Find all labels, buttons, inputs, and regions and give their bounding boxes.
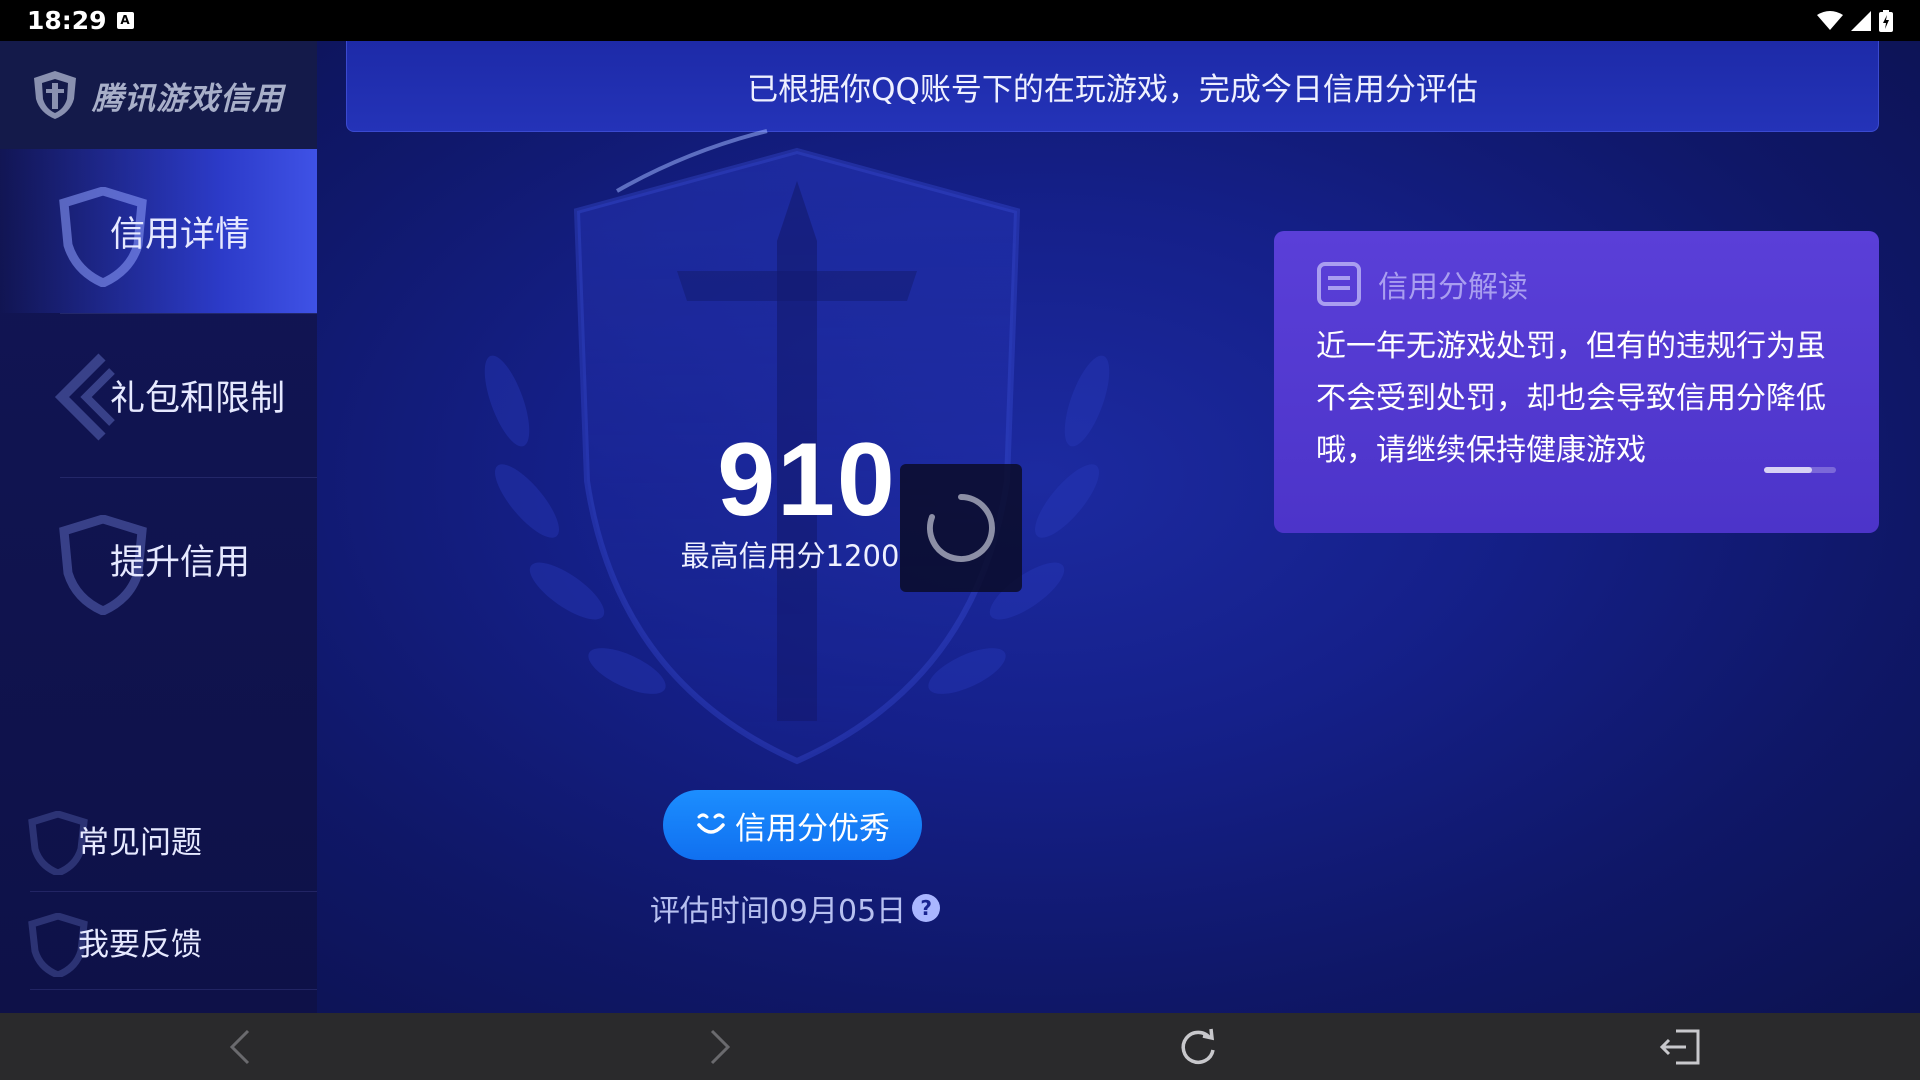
chevron-left-icon	[229, 1029, 250, 1065]
exit-button[interactable]	[1658, 1027, 1702, 1067]
app-root: 18:29 A 腾讯游戏信用 信用详情 礼包和限制 提升信用 常见问题 我要反馈…	[0, 0, 1920, 1080]
refresh-icon	[1181, 1028, 1215, 1065]
status-bar: 18:29 A	[0, 0, 1920, 41]
scroll-thumb	[1764, 467, 1812, 473]
sidebar-item-label: 信用详情	[110, 214, 251, 255]
credit-level-label: 信用分优秀	[735, 810, 890, 847]
chevron-right-icon	[710, 1029, 731, 1065]
spinner-icon	[927, 494, 995, 562]
wifi-icon	[1817, 10, 1843, 30]
loading-spinner	[900, 464, 1022, 592]
sidebar-item-faq[interactable]: 常见问题	[0, 789, 317, 889]
card-header: 信用分解读	[1316, 261, 1837, 307]
document-icon	[1317, 262, 1361, 306]
refresh-button[interactable]	[1176, 1027, 1220, 1067]
sidebar: 腾讯游戏信用 信用详情 礼包和限制 提升信用 常见问题 我要反馈	[0, 41, 317, 1013]
exit-icon	[1659, 1029, 1700, 1065]
sidebar-item-label: 常见问题	[78, 824, 202, 861]
forward-button[interactable]	[698, 1027, 742, 1067]
credit-score: 910	[717, 422, 897, 538]
card-scroll-indicator	[1764, 467, 1836, 473]
credit-level-button[interactable]: 信用分优秀	[663, 790, 922, 860]
sidebar-item-label: 提升信用	[110, 542, 251, 583]
status-time: 18:29	[27, 6, 107, 35]
status-icons	[1817, 9, 1893, 32]
main-content: 已根据你QQ账号下的在玩游戏，完成今日信用分评估 910 最高信用分1200 信…	[317, 41, 1920, 1013]
divider	[30, 989, 317, 990]
back-button[interactable]	[218, 1027, 262, 1067]
help-icon[interactable]: ?	[912, 894, 941, 922]
evaluation-time-text: 评估时间09月05日	[649, 894, 907, 929]
sidebar-item-label: 我要反馈	[78, 926, 202, 963]
card-body-text: 近一年无游戏处罚，但有的违规行为虽不会受到处罚，却也会导致信用分降低哦，请继续保…	[1316, 329, 1826, 468]
signal-icon	[1851, 10, 1871, 31]
logo: 腾讯游戏信用	[0, 41, 317, 149]
a-icon: A	[116, 12, 134, 29]
credit-interpretation-card: 信用分解读 近一年无游戏处罚，但有的违规行为虽不会受到处罚，却也会导致信用分降低…	[1274, 231, 1879, 533]
sidebar-item-label: 礼包和限制	[110, 378, 286, 419]
max-score-label: 最高信用分1200	[680, 539, 900, 573]
sidebar-item-gifts-restrictions[interactable]: 礼包和限制	[0, 313, 317, 477]
card-title: 信用分解读	[1378, 270, 1528, 305]
shield-logo-icon	[34, 71, 76, 119]
sidebar-item-improve-credit[interactable]: 提升信用	[0, 477, 317, 641]
battery-icon	[1879, 9, 1893, 32]
evaluation-banner: 已根据你QQ账号下的在玩游戏，完成今日信用分评估	[346, 41, 1879, 132]
sidebar-item-credit-details[interactable]: 信用详情	[0, 149, 317, 313]
logo-text: 腾讯游戏信用	[92, 80, 284, 117]
sidebar-item-feedback[interactable]: 我要反馈	[0, 891, 317, 991]
evaluation-time: 评估时间09月05日 ?	[625, 886, 965, 930]
smile-icon	[697, 813, 725, 834]
bottom-nav-bar	[0, 1013, 1920, 1080]
